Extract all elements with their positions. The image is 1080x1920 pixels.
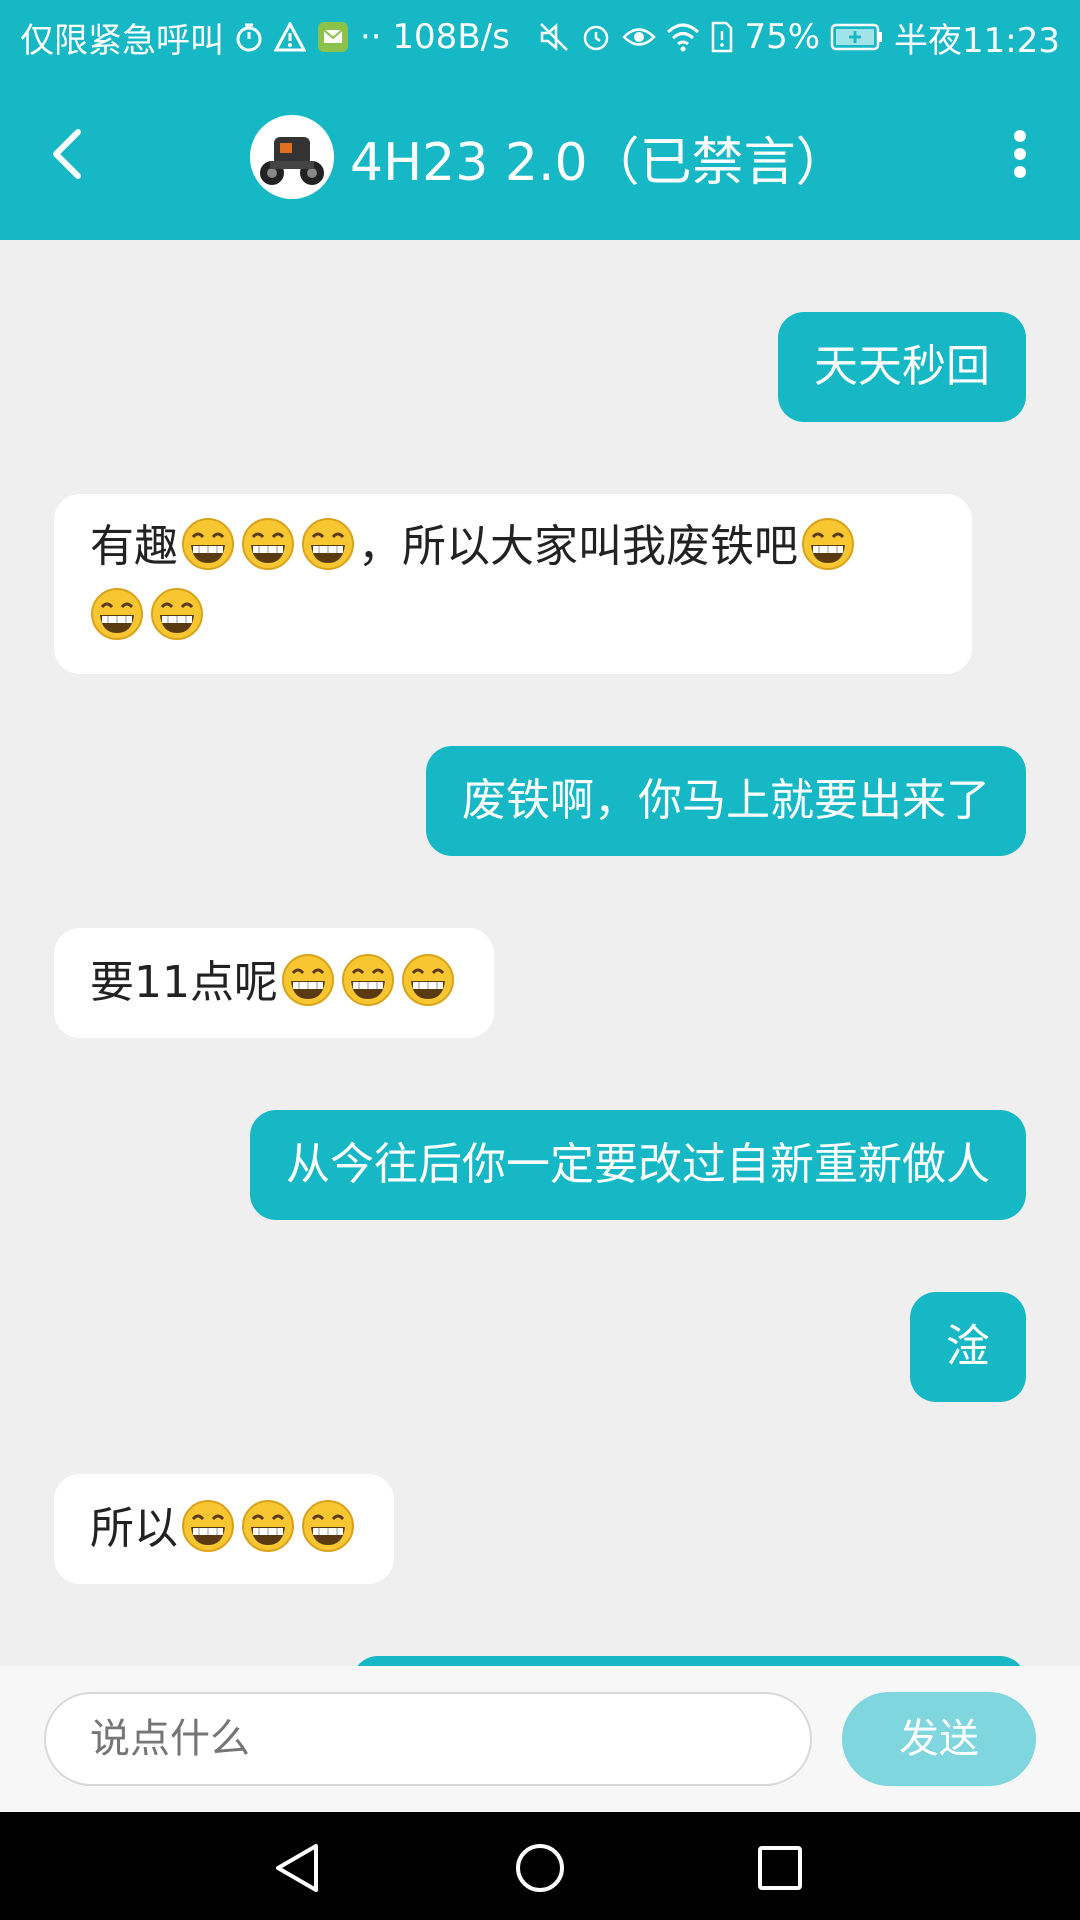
chat-header: 4H23 2.0（已禁言）: [0, 74, 1080, 240]
grin-emoji-icon: [801, 517, 855, 571]
mute-icon: [538, 21, 570, 53]
grin-emoji-icon: [301, 1499, 355, 1553]
battery-icon: [830, 22, 884, 52]
status-bar: 仅限紧急呼叫 ·· 108B/s 75% 半夜11:23: [0, 0, 1080, 74]
avatar[interactable]: [250, 115, 334, 199]
message-input[interactable]: [44, 1692, 812, 1786]
message-icon: [316, 20, 350, 54]
message-list[interactable]: 天天秒回 有趣 ，所以大家叫我废铁吧 废铁啊，你马上就要出来了 要11点呢 从今往…: [0, 240, 1080, 1666]
message-bubble-sent[interactable]: 从今往后你一定要改过自新重新做人: [250, 1110, 1026, 1220]
grin-emoji-icon: [150, 587, 204, 641]
nav-back-icon[interactable]: [272, 1842, 322, 1894]
message-text: 从今往后你一定要改过自新重新做人: [286, 1139, 990, 1190]
grin-emoji-icon: [341, 953, 395, 1007]
eye-icon: [622, 24, 657, 50]
message-text: ，所以大家叫我废铁吧: [358, 521, 798, 572]
clock: 半夜11:23: [894, 20, 1060, 61]
grin-emoji-icon: [241, 517, 295, 571]
grin-emoji-icon: [90, 587, 144, 641]
warning-icon: [274, 22, 306, 52]
grin-emoji-icon: [281, 953, 335, 1007]
grin-emoji-icon: [181, 1499, 235, 1553]
chat-title-area[interactable]: 4H23 2.0（已禁言）: [250, 114, 848, 200]
grin-emoji-icon: [241, 1499, 295, 1553]
message-bubble-sent[interactable]: 淦: [910, 1292, 1026, 1402]
message-bubble-received[interactable]: 所以: [54, 1474, 394, 1584]
more-vertical-icon: [1014, 130, 1026, 178]
input-bar: 发送: [0, 1666, 1080, 1812]
nav-recents-icon[interactable]: [756, 1844, 804, 1892]
message-text: 有趣: [90, 521, 178, 572]
back-button[interactable]: [40, 124, 100, 184]
carrier-text: 仅限紧急呼叫: [20, 20, 224, 61]
battery-percent: 75%: [744, 17, 821, 57]
message-text: 所以: [90, 1503, 178, 1554]
grin-emoji-icon: [401, 953, 455, 1007]
more-button[interactable]: [1000, 124, 1040, 184]
message-bubble-sent-partial[interactable]: [352, 1656, 1026, 1666]
system-nav-bar: [0, 1812, 1080, 1920]
grin-emoji-icon: [181, 517, 235, 571]
send-button[interactable]: 发送: [842, 1692, 1036, 1786]
grin-emoji-icon: [301, 517, 355, 571]
alarm-icon: [580, 21, 612, 53]
sim-icon: [710, 21, 734, 53]
network-speed: ·· 108B/s: [360, 17, 510, 57]
message-text: 天天秒回: [814, 341, 990, 392]
message-text: 要11点呢: [90, 957, 278, 1008]
message-bubble-received[interactable]: 有趣 ，所以大家叫我废铁吧: [54, 494, 972, 674]
message-bubble-received[interactable]: 要11点呢: [54, 928, 494, 1038]
message-text: 淦: [946, 1321, 990, 1372]
message-bubble-sent[interactable]: 废铁啊，你马上就要出来了: [426, 746, 1026, 856]
back-arrow-icon: [53, 129, 81, 179]
nav-home-icon[interactable]: [514, 1842, 566, 1894]
chat-title: 4H23 2.0（已禁言）: [350, 132, 848, 193]
message-text: 废铁啊，你马上就要出来了: [462, 775, 990, 826]
message-bubble-sent[interactable]: 天天秒回: [778, 312, 1026, 422]
timer-icon: [234, 22, 264, 52]
wifi-icon: [666, 22, 700, 52]
